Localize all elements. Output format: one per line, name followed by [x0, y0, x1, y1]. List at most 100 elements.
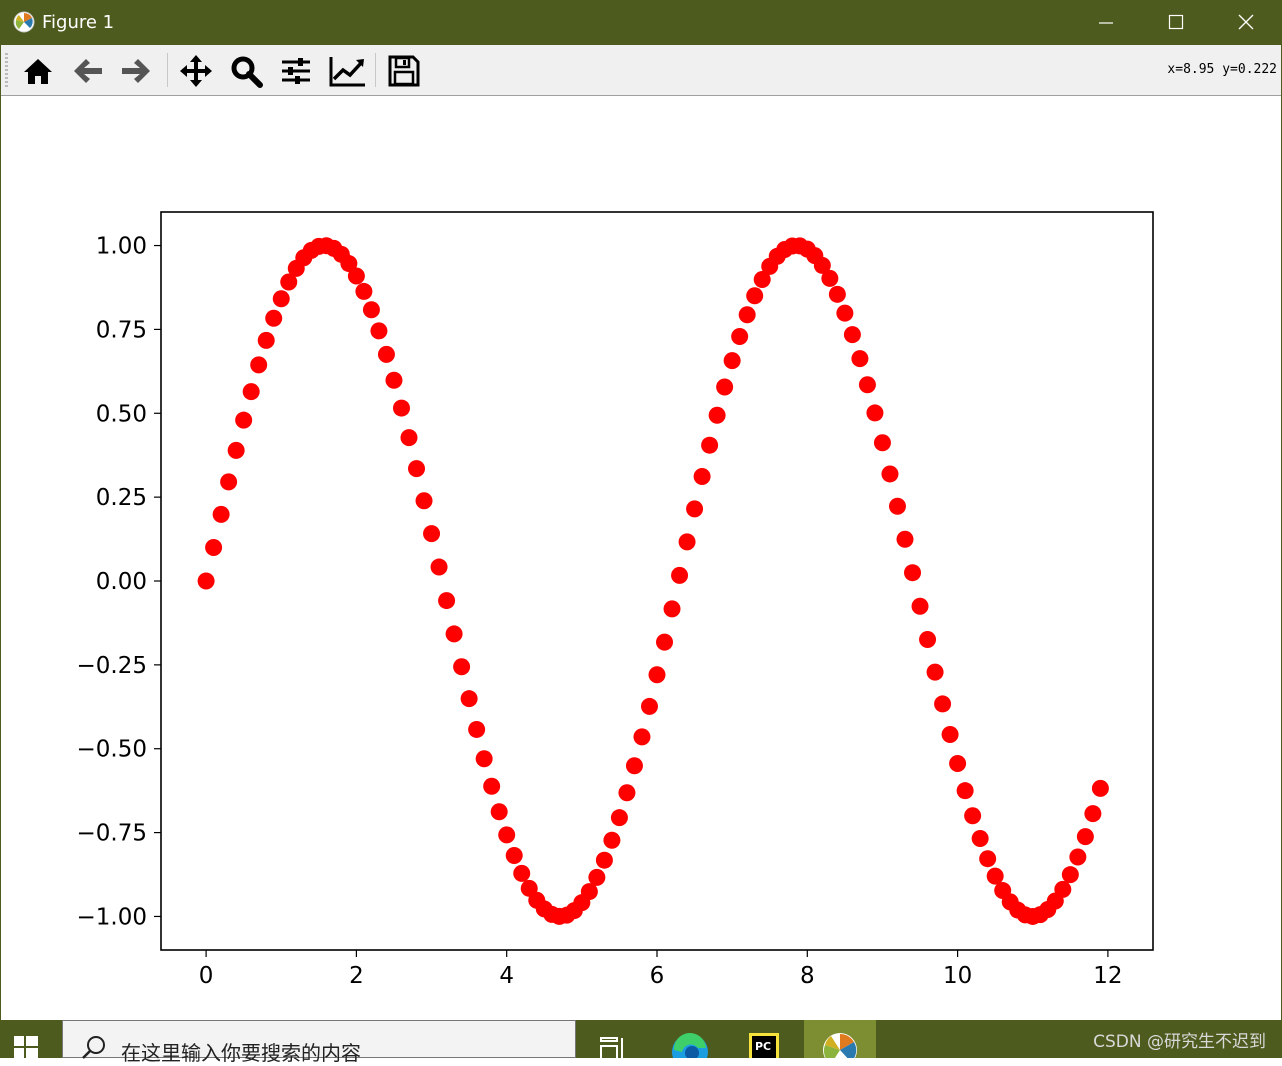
task-view-button[interactable] [586, 1020, 642, 1061]
data-point [242, 383, 260, 401]
data-point [250, 356, 268, 374]
close-button[interactable] [1211, 0, 1281, 45]
data-point [956, 782, 974, 800]
search-icon [82, 1036, 105, 1059]
chart-svg[interactable]: 0 2 4 6 8 10 12 1.00 0.75 0.50 0.25 0.00 −0.25 −0.50 −… [1, 96, 1281, 1020]
data-point [227, 441, 245, 459]
cursor-coordinates: x=8.95 y=0.222 [1167, 62, 1277, 77]
configure-subplots-button[interactable] [279, 54, 313, 88]
data-point [453, 658, 471, 676]
edge-icon [672, 1032, 708, 1066]
x-tick-label: 0 [199, 963, 214, 989]
x-tick-label: 4 [499, 963, 514, 989]
task-view-icon [600, 1037, 623, 1061]
data-point [272, 290, 290, 308]
data-point [971, 830, 989, 848]
forward-arrow-icon [122, 59, 150, 83]
matplotlib-taskbar-button[interactable] [804, 1020, 876, 1066]
data-point [205, 539, 223, 557]
data-point [731, 327, 749, 345]
data-point [656, 633, 674, 651]
data-point [1061, 866, 1079, 884]
zoom-button[interactable] [229, 54, 263, 88]
data-point [896, 530, 914, 548]
data-point [866, 404, 884, 422]
data-point [888, 497, 906, 515]
navigation-toolbar: x=8.95 y=0.222 [1, 45, 1281, 96]
data-point [468, 720, 486, 738]
data-point [701, 436, 719, 454]
data-point [858, 376, 876, 394]
taskbar-search[interactable]: 在这里输入你要搜索的内容 [62, 1020, 576, 1065]
data-point [415, 492, 433, 510]
y-tick-label: 0.00 [96, 569, 147, 595]
data-point [257, 331, 275, 349]
y-tick-label: 0.50 [96, 401, 147, 427]
toolbar-separator [167, 53, 168, 87]
start-button[interactable] [0, 1020, 60, 1058]
minimize-icon [1099, 22, 1113, 24]
data-point [475, 750, 493, 768]
pan-icon [180, 55, 212, 87]
data-point [625, 757, 643, 775]
data-point [408, 460, 426, 478]
data-point [926, 663, 944, 681]
svg-text:PC: PC [755, 1040, 771, 1053]
toolbar-separator [375, 53, 376, 87]
data-point [904, 564, 922, 582]
data-point [377, 345, 395, 363]
data-point [911, 597, 929, 615]
data-point [423, 525, 441, 543]
data-point [430, 558, 448, 576]
y-tick-label: −0.25 [77, 653, 147, 679]
data-point [821, 269, 839, 287]
data-point [746, 287, 764, 305]
forward-button[interactable] [119, 54, 153, 88]
data-point [873, 434, 891, 452]
data-point [851, 350, 869, 368]
data-point [671, 566, 689, 584]
data-point [347, 267, 365, 285]
data-point [460, 690, 478, 708]
edge-taskbar-button[interactable] [662, 1020, 718, 1066]
data-point [385, 371, 403, 389]
data-point [362, 301, 380, 319]
data-point [595, 851, 613, 869]
data-point [1084, 805, 1102, 823]
data-point [949, 754, 967, 772]
maximize-button[interactable] [1141, 0, 1211, 45]
matplotlib-icon [823, 1033, 857, 1066]
back-button[interactable] [71, 54, 105, 88]
save-button[interactable] [387, 54, 421, 88]
home-button[interactable] [21, 54, 55, 88]
data-point [445, 625, 463, 643]
data-point [610, 809, 628, 827]
window-title: Figure 1 [42, 12, 115, 33]
maximize-icon [1168, 14, 1184, 30]
pycharm-taskbar-button[interactable]: PC [736, 1020, 792, 1063]
title-bar[interactable]: Figure 1 [0, 0, 1282, 45]
toolbar-grip[interactable] [5, 53, 8, 87]
close-icon [1238, 14, 1254, 30]
data-point [483, 777, 501, 795]
data-point [843, 326, 861, 344]
data-point [934, 695, 952, 713]
data-point [355, 282, 373, 300]
data-point [265, 309, 283, 327]
home-icon [24, 59, 52, 84]
figure-canvas[interactable]: 0 2 4 6 8 10 12 1.00 0.75 0.50 0.25 0.00 −0.25 −0.50 −… [1, 96, 1281, 1020]
configure-subplots-icon [282, 58, 310, 84]
minimize-button[interactable] [1071, 0, 1141, 45]
data-point [633, 728, 651, 746]
y-tick-label: −0.75 [77, 821, 147, 847]
y-tick-label: −0.50 [77, 737, 147, 763]
pan-button[interactable] [179, 54, 213, 88]
data-point [1069, 848, 1087, 866]
data-point [1076, 828, 1094, 846]
save-icon [388, 55, 420, 87]
data-point [693, 467, 711, 485]
edit-axis-button[interactable] [329, 54, 365, 88]
data-point [686, 500, 704, 518]
data-point [881, 465, 899, 483]
matplotlib-app-icon [13, 11, 35, 33]
